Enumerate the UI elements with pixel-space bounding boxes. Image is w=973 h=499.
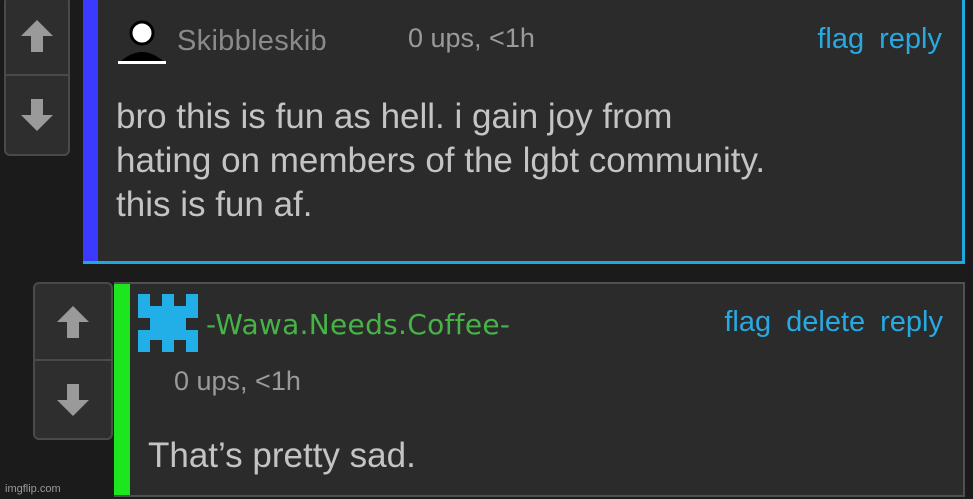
comment-body-line: this is fun af. bbox=[116, 185, 313, 224]
person-silhouette-icon[interactable] bbox=[115, 19, 169, 65]
comment-2: -Wawa.Needs.Coffee- flag delete reply 0 … bbox=[114, 282, 965, 497]
username[interactable]: -Wawa.Needs.Coffee- bbox=[206, 308, 510, 341]
downvote-button[interactable] bbox=[6, 76, 68, 154]
watermark: imgflip.com bbox=[5, 483, 61, 495]
comment-meta: 0 ups, <1h bbox=[408, 23, 535, 53]
comment-meta: 0 ups, <1h bbox=[174, 366, 301, 396]
vote-box-2 bbox=[33, 282, 113, 440]
comment-body-line: hating on members of the lgbt community. bbox=[116, 141, 766, 180]
arrow-up-icon bbox=[21, 20, 53, 52]
comment-accent-bar bbox=[83, 0, 98, 261]
comment-body: bro this is fun as hell. i gain joy from… bbox=[116, 95, 765, 227]
comment-actions: flag delete reply bbox=[724, 306, 943, 339]
downvote-button[interactable] bbox=[35, 361, 111, 438]
reply-link[interactable]: reply bbox=[879, 23, 942, 56]
flag-link[interactable]: flag bbox=[724, 306, 771, 339]
comment-actions: flag reply bbox=[817, 23, 942, 56]
comment-1: Skibbleskib 0 ups, <1h flag reply bro th… bbox=[83, 0, 965, 264]
castle-tower-icon[interactable] bbox=[138, 294, 198, 352]
reply-link[interactable]: reply bbox=[880, 306, 943, 339]
upvote-button[interactable] bbox=[6, 0, 68, 76]
username[interactable]: Skibbleskib bbox=[177, 25, 327, 58]
comment-body: That’s pretty sad. bbox=[148, 436, 416, 475]
arrow-down-icon bbox=[21, 99, 53, 131]
vote-box-1 bbox=[4, 0, 70, 156]
flag-link[interactable]: flag bbox=[817, 23, 864, 56]
arrow-up-icon bbox=[57, 305, 89, 338]
delete-link[interactable]: delete bbox=[786, 306, 865, 339]
comment-body-line: bro this is fun as hell. i gain joy from bbox=[116, 97, 673, 136]
upvote-button[interactable] bbox=[35, 284, 111, 361]
arrow-down-icon bbox=[57, 383, 89, 416]
comment-accent-bar bbox=[114, 284, 130, 495]
